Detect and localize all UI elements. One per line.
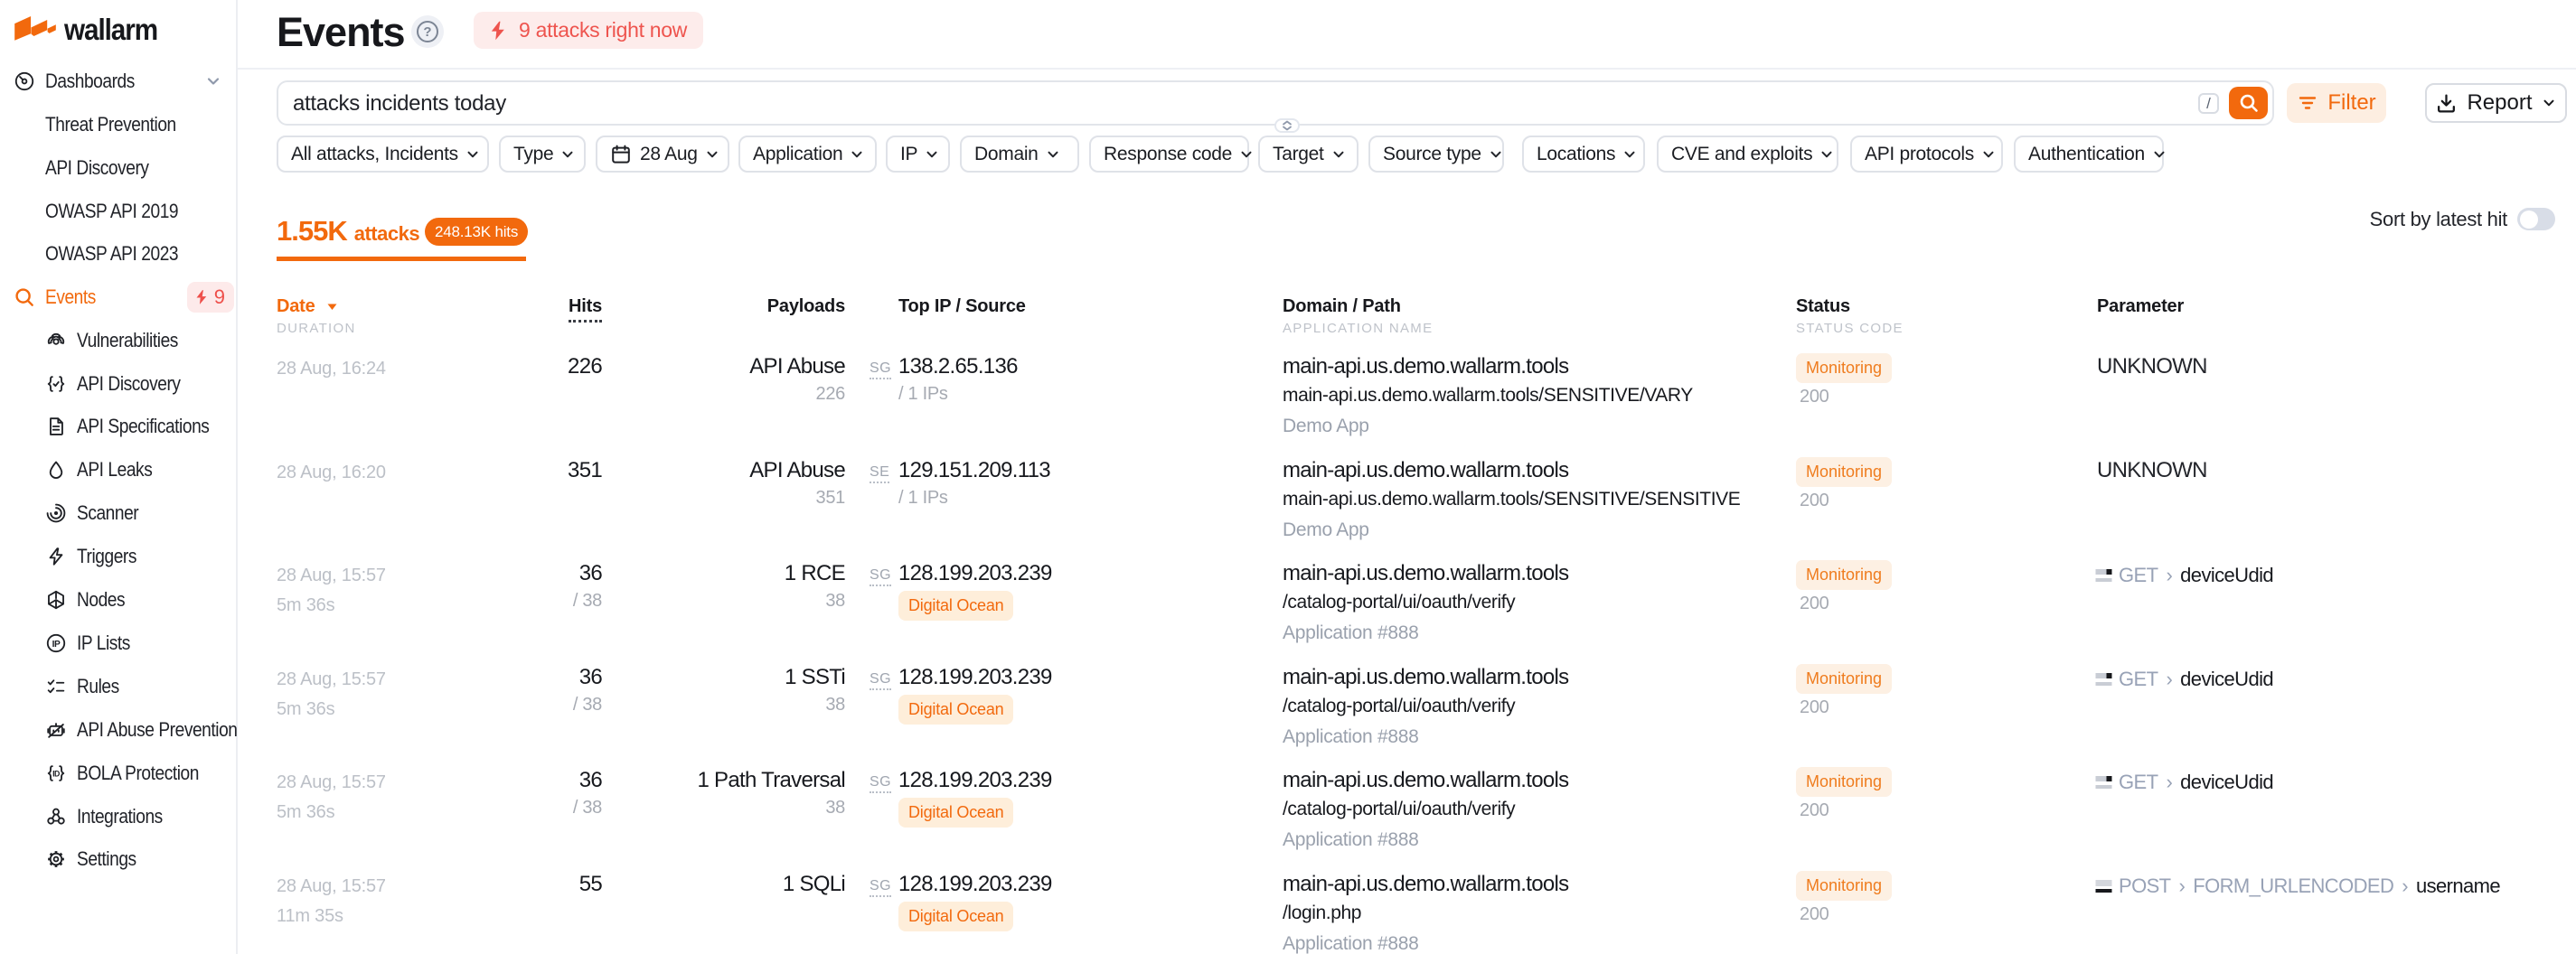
svg-text:?: ?	[423, 24, 431, 40]
svg-text:ID: ID	[52, 769, 60, 778]
svg-text:IP: IP	[52, 640, 61, 650]
